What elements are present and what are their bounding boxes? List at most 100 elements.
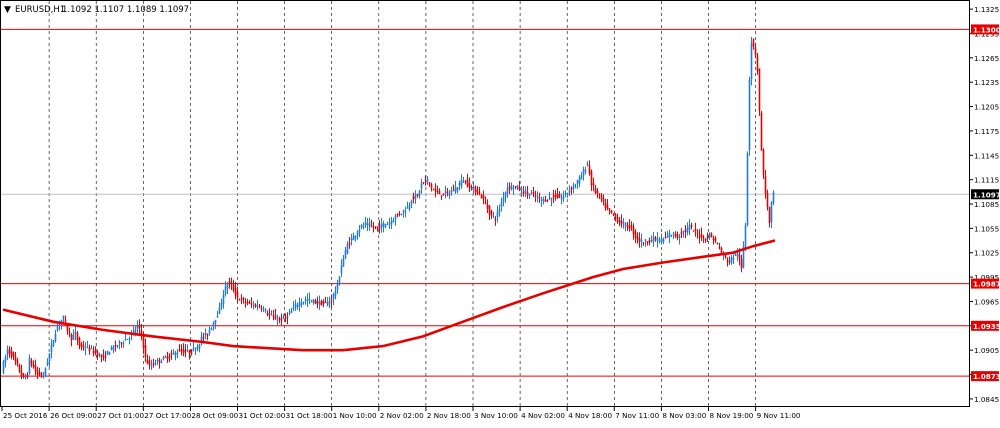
bear-candle — [68, 332, 71, 334]
bear-candle — [378, 226, 381, 230]
bull-candle — [536, 197, 539, 199]
bear-candle — [476, 190, 479, 194]
price-tick-label: 1.1145 — [974, 151, 999, 160]
bear-candle — [676, 233, 679, 238]
bear-candle — [712, 238, 715, 241]
bull-candle — [394, 215, 397, 220]
bear-candle — [286, 316, 289, 318]
bear-candle — [698, 235, 701, 238]
bear-candle — [478, 192, 481, 194]
bear-candle — [754, 47, 757, 55]
bear-candle — [764, 175, 767, 194]
bear-candle — [254, 304, 257, 308]
bear-candle — [664, 237, 667, 239]
bull-candle — [4, 356, 7, 363]
bear-candle — [592, 183, 595, 186]
bull-candle — [186, 349, 189, 351]
bull-candle — [560, 198, 563, 200]
bear-candle — [610, 210, 613, 213]
bull-candle — [136, 324, 139, 329]
bear-candle — [554, 194, 557, 198]
bull-candle — [530, 193, 533, 195]
bear-candle — [696, 233, 699, 235]
bear-candle — [594, 188, 597, 194]
bull-candle — [172, 353, 175, 355]
bull-candle — [564, 193, 567, 195]
bear-candle — [758, 68, 761, 111]
bear-candle — [532, 192, 535, 194]
bull-candle — [574, 184, 577, 186]
bear-candle — [260, 308, 263, 310]
bull-candle — [652, 237, 655, 243]
bear-candle — [598, 193, 601, 195]
bear-candle — [522, 191, 525, 195]
bear-candle — [314, 300, 317, 304]
bull-candle — [28, 357, 31, 374]
bear-candle — [714, 237, 717, 242]
bull-candle — [462, 181, 465, 183]
bear-candle — [88, 347, 91, 352]
bear-candle — [168, 355, 171, 358]
bull-candle — [576, 180, 579, 184]
bear-candle — [316, 300, 319, 304]
bear-candle — [608, 208, 611, 211]
bear-candle — [534, 195, 537, 197]
bear-candle — [20, 370, 23, 376]
time-tick-label: 31 Oct 02:00 — [239, 411, 286, 420]
candlestick-chart[interactable]: 1.13251.12951.12651.12351.12051.11751.11… — [0, 0, 1000, 424]
bull-candle — [124, 339, 127, 341]
bull-candle — [382, 223, 385, 228]
bear-candle — [490, 210, 493, 216]
bull-candle — [344, 249, 347, 258]
bear-candle — [398, 213, 401, 215]
bear-candle — [396, 214, 399, 216]
bear-candle — [482, 194, 485, 199]
bull-candle — [160, 361, 163, 364]
current-price-tag-label: 1.1097 — [973, 190, 1000, 199]
price-tick-label: 1.0845 — [974, 395, 999, 404]
bull-candle — [688, 225, 691, 230]
bear-candle — [266, 313, 269, 316]
bear-candle — [272, 315, 275, 317]
bull-candle — [52, 340, 55, 346]
bull-candle — [392, 220, 395, 223]
time-axis[interactable]: 25 Oct 2016 26 Oct 09:00 27 Oct 01:00 27 Oc… — [1, 407, 801, 420]
bull-candle — [332, 293, 335, 300]
bull-candle — [262, 308, 265, 310]
bear-candle — [274, 315, 277, 320]
bear-candle — [706, 237, 709, 239]
bull-candle — [402, 210, 405, 212]
bear-candle — [718, 246, 721, 249]
bear-candle — [738, 254, 741, 260]
bear-candle — [636, 236, 639, 240]
price-tick-label: 1.0965 — [974, 297, 999, 306]
bull-candle — [174, 352, 177, 357]
bull-candle — [290, 310, 293, 313]
bull-candle — [288, 312, 291, 314]
bear-candle — [170, 353, 173, 355]
price-tick-label: 1.1175 — [974, 127, 999, 136]
bull-candle — [308, 298, 311, 300]
bull-candle — [540, 199, 543, 201]
bull-candle — [150, 365, 153, 367]
bull-candle — [304, 299, 307, 302]
bull-candle — [624, 222, 627, 227]
chart-window: 1.13251.12951.12651.12351.12051.11751.11… — [0, 0, 1000, 424]
bull-candle — [748, 79, 751, 151]
bull-candle — [670, 234, 673, 236]
bear-candle — [726, 259, 729, 262]
price-axis[interactable]: 1.13251.12951.12651.12351.12051.11751.11… — [969, 5, 999, 404]
bull-candle — [222, 294, 225, 304]
bull-candle — [414, 194, 417, 200]
bear-candle — [188, 350, 191, 354]
bear-candle — [508, 186, 511, 189]
bear-candle — [26, 374, 29, 377]
bull-candle — [62, 315, 65, 320]
bull-candle — [516, 185, 519, 189]
bear-candle — [638, 238, 641, 242]
bull-candle — [460, 180, 463, 186]
chart-menu-arrow-icon[interactable]: ▼ — [4, 5, 11, 15]
bull-candle — [306, 299, 309, 301]
bear-candle — [766, 192, 769, 207]
bear-candle — [614, 213, 617, 218]
